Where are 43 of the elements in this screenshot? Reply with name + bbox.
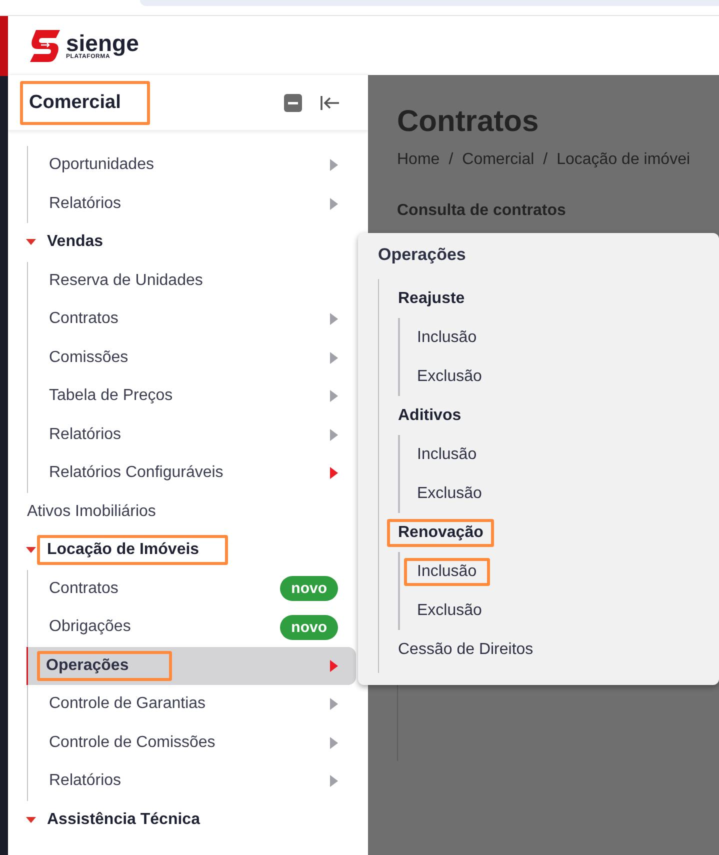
sidebar-item[interactable]: Obrigações novo <box>28 608 356 646</box>
submenu-item[interactable]: Exclusão <box>404 596 495 624</box>
caret-icon[interactable] <box>26 239 36 246</box>
sidebar-item[interactable]: Comissões <box>28 338 356 377</box>
sidebar-item[interactable]: Reserva de Unidades <box>28 262 356 300</box>
sidebar-group-title[interactable]: Vendas <box>37 227 114 258</box>
sidebar-item[interactable]: Operações <box>28 646 356 685</box>
submenu-item[interactable]: Inclusão <box>404 440 490 468</box>
sidebar-item[interactable]: Ativos Imobiliários <box>8 492 356 531</box>
caret-icon[interactable] <box>26 816 36 823</box>
page-title: Contratos <box>397 105 540 139</box>
section-title: Consulta de contratos <box>397 202 567 220</box>
sidebar-item[interactable]: Oportunidades <box>28 146 356 184</box>
submenu-title: Operações <box>378 245 467 266</box>
sidebar-item[interactable]: Relatórios Configuráveis <box>28 454 356 492</box>
sidebar-group-title[interactable]: Assistência Técnica <box>37 804 211 835</box>
collapse-all-icon[interactable] <box>284 94 302 112</box>
sidebar-item[interactable]: Controle de Garantias <box>28 685 356 724</box>
sidebar-item[interactable]: Controle de Comissões <box>28 724 356 762</box>
caret-icon[interactable] <box>26 547 36 554</box>
sidebar-item[interactable]: Tabela de Preços <box>28 377 356 416</box>
sidebar-item[interactable]: Relatórios <box>28 762 356 800</box>
breadcrumb-separator: / <box>543 151 548 169</box>
sidebar-title: Comercial <box>20 80 150 124</box>
collapse-sidebar-icon[interactable] <box>320 94 340 110</box>
logo-icon <box>30 30 60 62</box>
submenu-group-title: Reajuste <box>397 288 466 308</box>
submenu-item[interactable]: Cessão de Direitos <box>398 640 534 658</box>
sidebar-group-title[interactable]: Locação de Imóveis <box>37 535 228 566</box>
submenu-item[interactable]: Exclusão <box>404 362 495 390</box>
submenu-group-title: Aditivos <box>397 406 462 426</box>
sidebar-item[interactable]: Relatórios <box>28 184 356 223</box>
sidebar-item[interactable]: Contratos <box>28 300 356 338</box>
submenu-item[interactable]: Inclusão <box>404 558 490 586</box>
new-badge: novo <box>280 576 338 602</box>
breadcrumb-separator: / <box>448 151 454 169</box>
submenu-group-title: Renovação <box>387 518 494 546</box>
submenu-item[interactable]: Exclusão <box>404 480 495 508</box>
sidebar-item[interactable]: Contratos novo <box>28 570 356 608</box>
sidebar-item[interactable]: Relatórios <box>28 416 356 454</box>
submenu-item[interactable]: Inclusão <box>404 324 490 352</box>
new-badge: novo <box>280 614 338 640</box>
logo-text: sienge <box>66 32 139 54</box>
